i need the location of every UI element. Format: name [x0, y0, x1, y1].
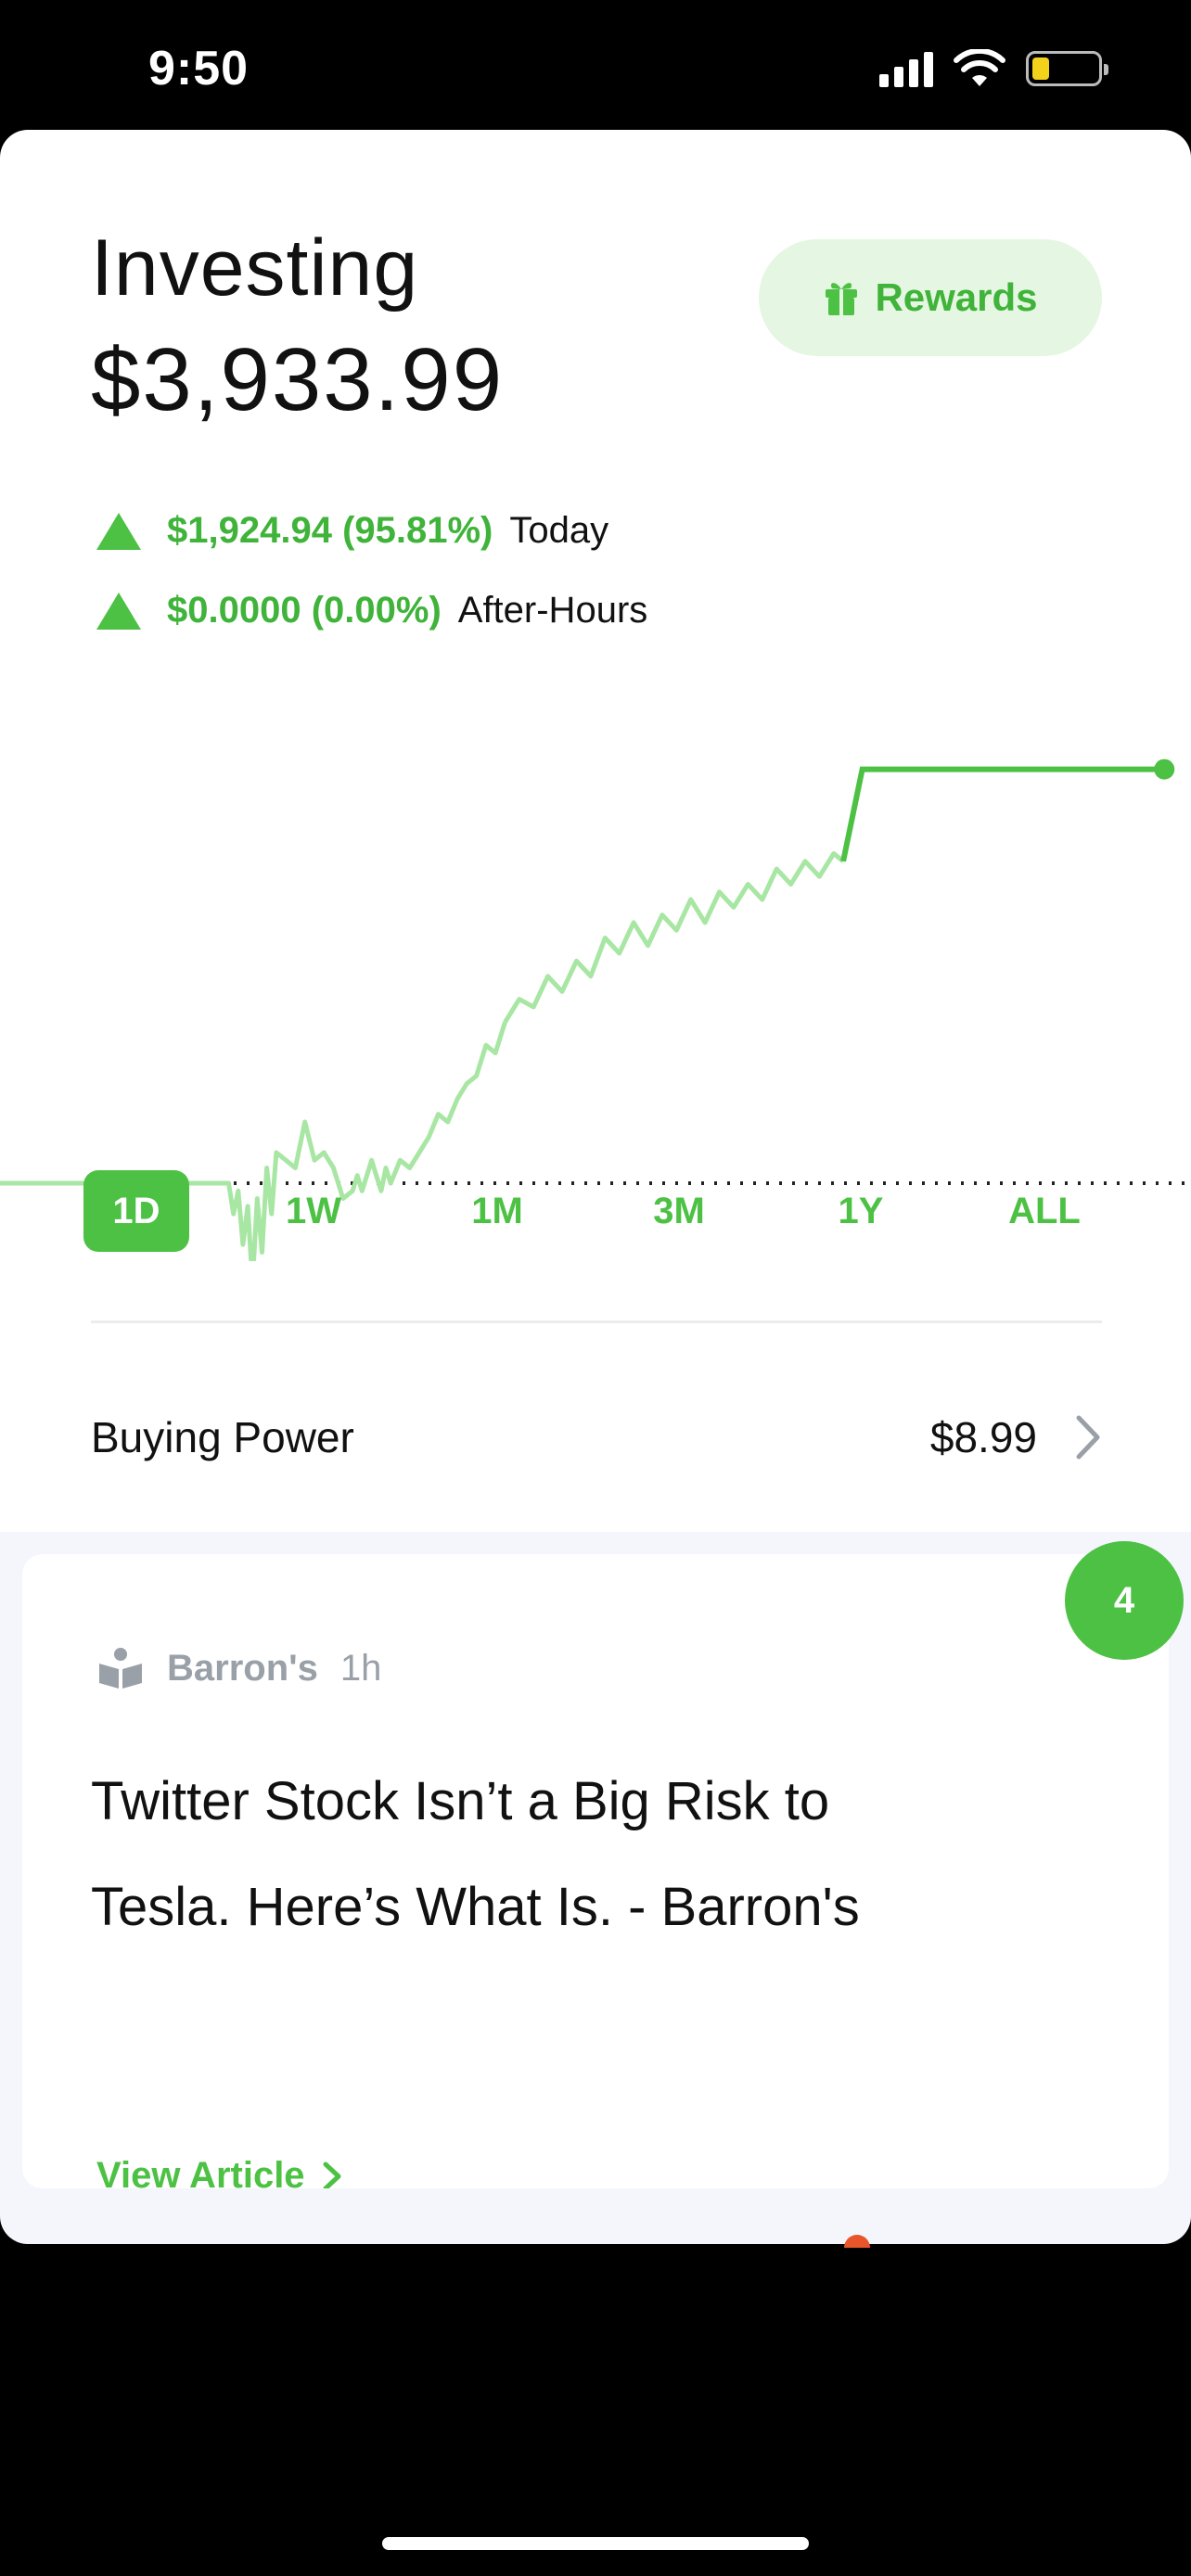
today-change-label: Today	[509, 510, 609, 551]
range-tab-3m[interactable]: 3M	[628, 1170, 730, 1252]
up-triangle-icon	[96, 512, 141, 550]
divider	[91, 1320, 1102, 1323]
news-headline-line-1: Twitter Stock Isn’t a Big Risk to	[91, 1771, 830, 1831]
news-card[interactable]: Barron's 1h Twitter Stock Isn’t a Big Ri…	[22, 1554, 1169, 2188]
buying-power-value: $8.99	[929, 1413, 1037, 1461]
open-book-icon	[99, 1648, 142, 1689]
price-line-mid	[503, 851, 845, 1024]
status-bar: 9:50	[0, 0, 1191, 130]
today-change-value: $1,924.94 (95.81%)	[167, 510, 493, 551]
gift-icon	[826, 283, 858, 315]
status-time: 9:50	[148, 42, 250, 96]
view-article-link[interactable]: View Article	[96, 2155, 342, 2188]
range-tabs: 1D 1W 1M 3M 1Y ALL	[83, 1170, 1113, 1252]
price-endpoint-dot	[1154, 759, 1175, 780]
news-headline: Twitter Stock Isn’t a Big Risk to Tesla.…	[91, 1749, 1074, 1960]
cellular-signal-icon	[879, 50, 933, 87]
rewards-label: Rewards	[875, 275, 1038, 319]
rewards-button[interactable]: Rewards	[759, 239, 1102, 356]
page-title: Investing	[91, 223, 419, 312]
buying-power-label: Buying Power	[91, 1413, 354, 1461]
portfolio-card: Investing $3,933.99 Rewards $1,924.94 (9…	[0, 130, 1191, 1532]
after-hours-change-label: After-Hours	[457, 590, 648, 631]
range-tab-1w[interactable]: 1W	[263, 1170, 365, 1252]
battery-icon	[1026, 51, 1108, 86]
range-tab-1d[interactable]: 1D	[83, 1170, 189, 1252]
range-tab-1y[interactable]: 1Y	[810, 1170, 912, 1252]
price-line-current	[840, 766, 1165, 862]
after-hours-change-row: $0.0000 (0.00%) After-Hours	[96, 590, 647, 631]
chevron-right-icon	[323, 2162, 341, 2188]
after-hours-change-value: $0.0000 (0.00%)	[167, 590, 442, 631]
chevron-right-icon	[1076, 1415, 1100, 1460]
home-indicator[interactable]	[382, 2537, 809, 2550]
news-headline-line-2: Tesla. Here’s What Is. - Barron's	[91, 1877, 860, 1937]
today-change-row: $1,924.94 (95.81%) Today	[96, 510, 608, 552]
news-source-row: Barron's 1h	[96, 1647, 381, 1690]
view-article-label: View Article	[96, 2155, 305, 2188]
wifi-icon	[954, 49, 1005, 86]
news-source: Barron's	[167, 1647, 318, 1689]
buying-power-row[interactable]: Buying Power $8.99	[91, 1391, 1102, 1484]
portfolio-value: $3,933.99	[91, 330, 505, 429]
news-count-badge[interactable]: 4	[1065, 1541, 1184, 1660]
range-tab-1m[interactable]: 1M	[446, 1170, 548, 1252]
range-tab-all[interactable]: ALL	[993, 1170, 1095, 1252]
up-triangle-icon	[96, 592, 141, 630]
news-time: 1h	[339, 1647, 382, 1689]
status-icons	[879, 48, 1108, 89]
